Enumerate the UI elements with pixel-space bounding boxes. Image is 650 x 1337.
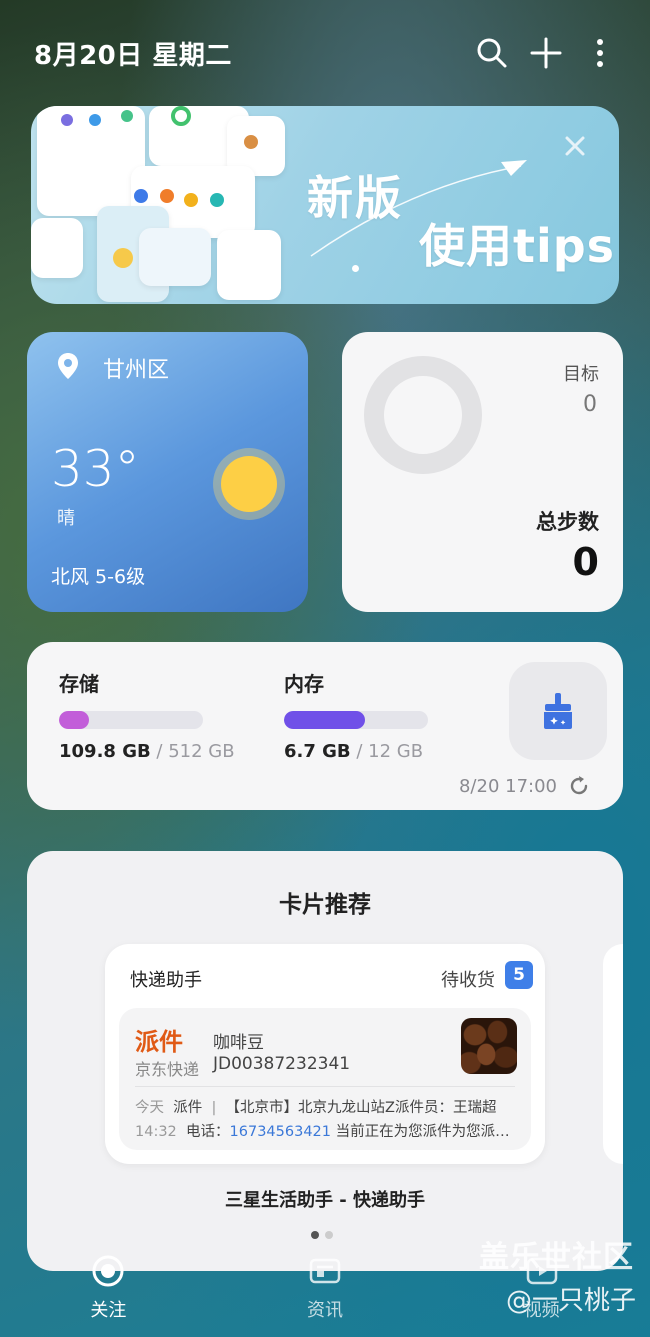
watermark-community: 盖乐世社区 bbox=[479, 1240, 634, 1275]
goal-value: 0 bbox=[583, 392, 597, 417]
storage-total: 512 GB bbox=[168, 741, 235, 762]
tips-banner[interactable]: 新版 使用tips bbox=[31, 106, 619, 304]
event-detail-2: 当前正在为您派件为您派… bbox=[335, 1124, 510, 1140]
nav-tab-follow[interactable]: 关注 bbox=[0, 1236, 217, 1337]
broom-clean-icon bbox=[544, 693, 572, 729]
banner-title-line1: 新版 bbox=[307, 171, 403, 225]
event-detail: 【北京市】北京九龙山站Z派件员：王瑞超 bbox=[225, 1100, 497, 1116]
nav-label-news: 资讯 bbox=[307, 1300, 343, 1321]
weather-card[interactable]: 甘州区 33° 晴 北风 5-6级 bbox=[27, 332, 308, 612]
weather-temperature: 33° bbox=[51, 440, 140, 498]
tracking-number: JD00387232341 bbox=[213, 1054, 351, 1074]
next-card-preview[interactable] bbox=[603, 944, 623, 1164]
news-icon bbox=[309, 1258, 341, 1284]
weather-wind: 北风 5-6级 bbox=[51, 566, 146, 588]
search-icon[interactable] bbox=[472, 33, 512, 73]
memory-label: 内存 bbox=[284, 672, 324, 696]
pending-count-badge: 5 bbox=[505, 961, 533, 989]
banner-title-line2: 使用tips bbox=[419, 219, 616, 273]
banner-decoration-dot bbox=[352, 265, 359, 272]
nav-label-follow: 关注 bbox=[90, 1300, 127, 1321]
header: 8月20日 星期二 bbox=[34, 30, 620, 76]
recommendation-caption: 三星生活助手 - 快递助手 bbox=[224, 1190, 425, 1211]
recommendation-title: 卡片推荐 bbox=[279, 892, 371, 918]
storage-block: 存储 109.8 GB / 512 GB bbox=[59, 668, 235, 762]
watermark-author: @一只桃子 bbox=[505, 1286, 636, 1316]
delivery-card-title: 快递助手 bbox=[130, 970, 202, 991]
device-care-card[interactable]: 存储 109.8 GB / 512 GB 内存 6.7 GB / 12 GB 8… bbox=[27, 642, 623, 810]
clean-button[interactable] bbox=[509, 662, 607, 760]
total-steps-label: 总步数 bbox=[536, 510, 599, 534]
date-title: 8月20日 星期二 bbox=[34, 40, 232, 71]
total-steps-value: 0 bbox=[572, 540, 599, 584]
steps-card[interactable]: 目标 0 总步数 0 bbox=[342, 332, 623, 612]
storage-value: 109.8 GB / 512 GB bbox=[59, 741, 235, 762]
sun-icon bbox=[213, 448, 285, 520]
close-icon[interactable] bbox=[561, 132, 589, 160]
refresh-icon[interactable] bbox=[567, 774, 591, 802]
more-icon[interactable] bbox=[580, 33, 620, 73]
storage-separator: / bbox=[150, 741, 169, 762]
add-icon[interactable] bbox=[526, 33, 566, 73]
step-progress-ring bbox=[364, 356, 482, 474]
memory-bar bbox=[284, 711, 428, 729]
card-recommendation: 卡片推荐 快递助手 待收货 5 派件 京东快递 咖啡豆 JD0038723234… bbox=[27, 851, 623, 1271]
phone-label: 电话： bbox=[186, 1124, 230, 1140]
package-item[interactable]: 派件 京东快递 咖啡豆 JD00387232341 今天 派件 | 【北京市】北… bbox=[119, 1008, 531, 1150]
storage-used: 109.8 GB bbox=[59, 741, 151, 762]
weather-location: 甘州区 bbox=[103, 358, 170, 383]
divider bbox=[135, 1086, 515, 1087]
memory-block: 内存 6.7 GB / 12 GB bbox=[284, 668, 428, 762]
storage-bar bbox=[59, 711, 203, 729]
storage-label: 存储 bbox=[59, 672, 99, 696]
nav-tab-news[interactable]: 资讯 bbox=[217, 1236, 434, 1337]
event-day: 今天 bbox=[135, 1100, 164, 1116]
memory-value: 6.7 GB / 12 GB bbox=[284, 741, 428, 762]
storage-bar-fill bbox=[59, 711, 90, 729]
memory-total: 12 GB bbox=[368, 741, 424, 762]
event-type: 派件 bbox=[173, 1100, 203, 1116]
weather-condition: 晴 bbox=[57, 508, 75, 529]
tracking-line-1: 今天 派件 | 【北京市】北京九龙山站Z派件员：王瑞超 bbox=[135, 1100, 497, 1116]
location-pin-icon bbox=[57, 352, 79, 384]
pending-label: 待收货 bbox=[441, 970, 495, 991]
event-time: 14:32 bbox=[135, 1124, 177, 1140]
last-updated-time: 8/20 17:00 bbox=[458, 776, 557, 797]
package-status: 派件 bbox=[135, 1028, 183, 1056]
target-icon bbox=[92, 1255, 124, 1287]
banner-illustration bbox=[31, 106, 291, 304]
courier-phone-link[interactable]: 16734563421 bbox=[230, 1124, 331, 1140]
memory-used: 6.7 GB bbox=[284, 741, 351, 762]
tracking-line-2: 14:32 电话：16734563421 当前正在为您派件为您派… bbox=[135, 1120, 515, 1141]
goal-label: 目标 bbox=[563, 364, 599, 385]
courier-company: 京东快递 bbox=[135, 1060, 200, 1079]
coffee-beans-image bbox=[461, 1018, 517, 1074]
memory-bar-fill bbox=[284, 711, 365, 729]
memory-separator: / bbox=[350, 741, 369, 762]
package-item-name: 咖啡豆 bbox=[213, 1033, 264, 1053]
delivery-assistant-card[interactable]: 快递助手 待收货 5 派件 京东快递 咖啡豆 JD00387232341 今天 … bbox=[105, 944, 545, 1164]
